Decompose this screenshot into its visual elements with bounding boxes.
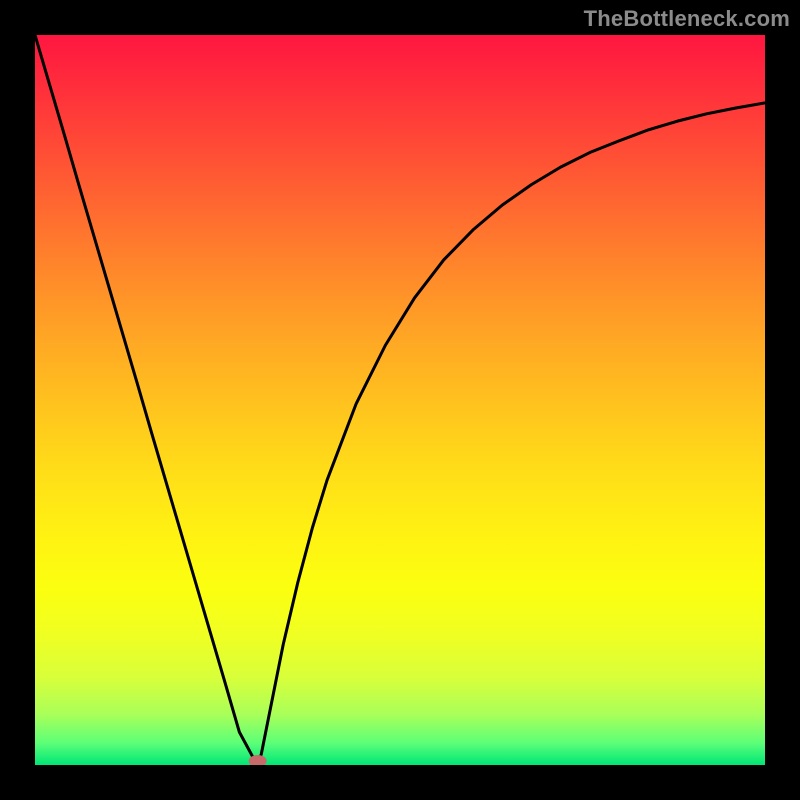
watermark-label: TheBottleneck.com bbox=[584, 6, 790, 32]
plot-area bbox=[35, 35, 765, 765]
bottleneck-curve bbox=[35, 35, 765, 765]
chart-frame: TheBottleneck.com bbox=[0, 0, 800, 800]
curve-svg bbox=[35, 35, 765, 765]
